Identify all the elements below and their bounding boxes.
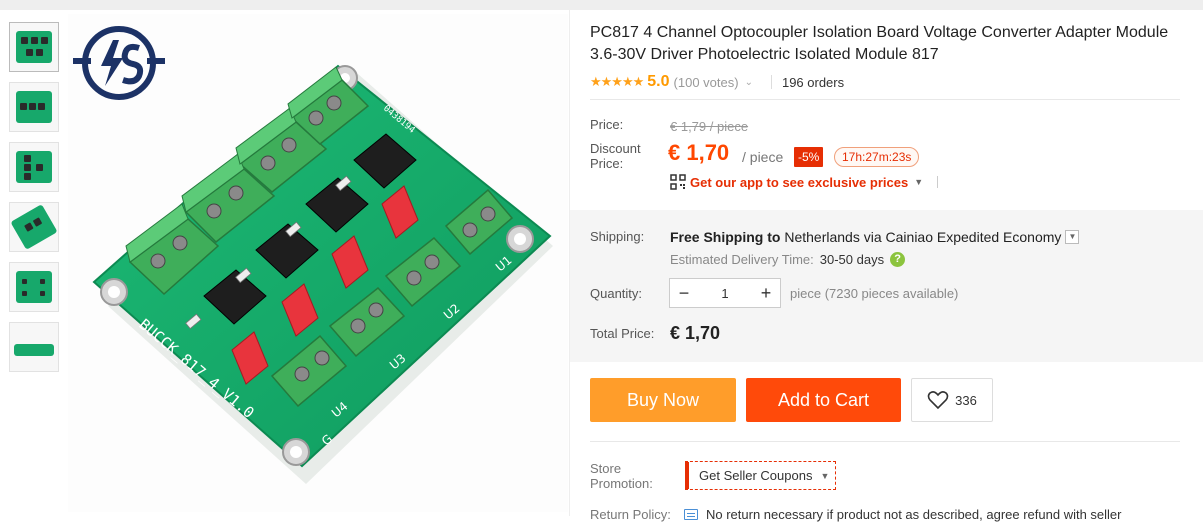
heart-icon — [927, 391, 949, 410]
thumbnail[interactable] — [9, 202, 59, 252]
wishlist-count: 336 — [955, 392, 977, 408]
thumbnail[interactable] — [9, 142, 59, 192]
quantity-label: Quantity: — [590, 286, 643, 301]
caret-down-icon: ▼ — [820, 470, 830, 481]
price-label: Price: — [590, 117, 624, 132]
votes-link[interactable]: (100 votes) — [674, 75, 739, 90]
divider — [590, 99, 1180, 100]
quantity-input[interactable] — [700, 281, 750, 305]
quantity-stepper: − + — [669, 278, 781, 308]
coupons-label: Get Seller Coupons — [699, 468, 813, 483]
thumbnail[interactable] — [9, 322, 59, 372]
thumbnail[interactable] — [9, 22, 59, 72]
buy-now-button[interactable]: Buy Now — [590, 378, 736, 422]
total-price-label: Total Price: — [590, 326, 655, 341]
lightning-s-logo-icon — [73, 26, 165, 100]
discount-label-line1: Discount — [590, 141, 641, 156]
delivery-label: Estimated Delivery Time: — [670, 252, 814, 267]
store-logo — [73, 24, 165, 102]
decrement-button[interactable]: − — [670, 279, 698, 307]
chevron-down-icon[interactable]: ⌄ — [745, 77, 753, 88]
price-unit: / piece — [742, 149, 784, 165]
return-policy-text: No return necessary if product not as de… — [706, 507, 1122, 522]
increment-button[interactable]: + — [752, 279, 780, 307]
wishlist-button[interactable]: 336 — [911, 378, 993, 422]
return-policy: No return necessary if product not as de… — [684, 507, 1122, 522]
shipping-via: via — [863, 229, 882, 245]
store-label-line1: Store — [590, 461, 622, 476]
app-promo-link[interactable]: Get our app to see exclusive prices — [690, 175, 908, 190]
shipping-country: Netherlands — [784, 229, 860, 245]
policy-icon — [684, 509, 698, 520]
store-promotion-label: Store Promotion: — [590, 461, 653, 491]
free-shipping-text: Free Shipping to — [670, 229, 781, 245]
product-title: PC817 4 Channel Optocoupler Isolation Bo… — [590, 24, 1169, 63]
app-promo[interactable]: Get our app to see exclusive prices ▼ — [670, 174, 939, 190]
original-price: € 1,79 / piece — [670, 119, 749, 134]
thumbnail-list — [9, 22, 59, 382]
shipping-label: Shipping: — [590, 229, 645, 244]
discount-label-line2: Price: — [590, 156, 624, 171]
delivery-estimate: Estimated Delivery Time: 30-50 days ? — [670, 252, 906, 267]
current-price: € 1,70 — [668, 140, 730, 165]
rating-row: ★★★★★ 5.0 (100 votes) ⌄ 196 orders — [590, 72, 844, 92]
countdown-timer: 17h:27m:23s — [834, 147, 920, 167]
help-icon[interactable]: ? — [890, 252, 906, 267]
total-price: € 1,70 — [670, 323, 721, 343]
caret-down-icon[interactable]: ▼ — [914, 177, 923, 187]
qr-code-icon — [670, 174, 686, 190]
divider — [590, 441, 1180, 442]
product-info-panel: PC817 4 Channel Optocoupler Isolation Bo… — [569, 10, 1203, 522]
rating-value: 5.0 — [647, 73, 670, 90]
thumbnail[interactable] — [9, 82, 59, 132]
shipping-info[interactable]: Free Shipping to Netherlands via Cainiao… — [670, 229, 1080, 245]
delivery-days: 30-50 days — [819, 252, 885, 267]
divider — [770, 75, 772, 89]
star-rating-icon: ★★★★★ — [590, 74, 644, 89]
add-to-cart-button[interactable]: Add to Cart — [746, 378, 901, 422]
shipping-carrier: Cainiao Expedited Economy — [885, 229, 1062, 245]
return-policy-label: Return Policy: — [590, 507, 671, 522]
seller-coupons-button[interactable]: Get Seller Coupons ▼ — [685, 461, 836, 490]
top-bar — [0, 0, 1203, 10]
thumbnail[interactable] — [9, 262, 59, 312]
discount-price-label: Discount Price: — [590, 141, 641, 171]
orders-count: 196 orders — [781, 74, 845, 90]
discount-badge: -5% — [794, 147, 824, 167]
chevron-down-icon[interactable]: ▼ — [1065, 230, 1080, 244]
store-label-line2: Promotion: — [590, 476, 653, 491]
availability-text: piece (7230 pieces available) — [790, 286, 959, 301]
divider — [937, 176, 939, 188]
